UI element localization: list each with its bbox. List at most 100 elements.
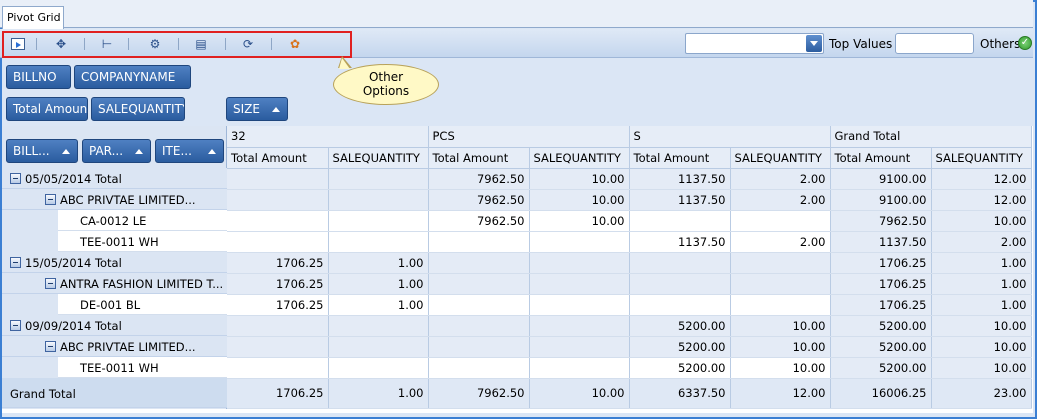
pivot-grid: BILL... PAR... ITE... 05/05/2014 Total AB… — [2, 126, 1033, 413]
row-field-item-label: ITE... — [162, 144, 192, 158]
table-cell — [328, 210, 429, 232]
chevron-down-icon[interactable] — [806, 35, 822, 52]
table-cell: 1706.25 — [227, 294, 329, 316]
table-cell: 1137.50 — [830, 231, 932, 253]
table-cell: 5200.00 — [629, 357, 731, 379]
grand-total-cell: 1.00 — [328, 378, 429, 409]
others-label: Others — [980, 37, 1021, 51]
check-icon[interactable]: ✓ — [1018, 36, 1032, 50]
table-cell: 5200.00 — [629, 336, 731, 358]
table-cell: 1137.50 — [629, 168, 731, 190]
collapse-icon[interactable] — [45, 278, 56, 289]
table-cell: 10.00 — [931, 336, 1032, 358]
column-group-header[interactable]: Grand Total — [830, 126, 1032, 148]
table-cell: 10.00 — [730, 336, 831, 358]
collapse-icon[interactable] — [10, 320, 21, 331]
table-cell — [730, 210, 831, 232]
row-header-text: CA-0012 LE — [80, 214, 147, 228]
table-cell: 10.00 — [529, 210, 630, 232]
table-cell — [529, 231, 630, 253]
table-cell — [328, 336, 429, 358]
table-cell — [730, 294, 831, 316]
row-field-bill[interactable]: BILL... — [6, 139, 78, 163]
grand-total-cell: 23.00 — [931, 378, 1032, 409]
collapse-icon[interactable] — [10, 173, 21, 184]
measure-header[interactable]: Total Amount — [830, 147, 932, 169]
measure-header[interactable]: Total Amount — [227, 147, 329, 169]
table-cell — [227, 315, 329, 337]
measure-header[interactable]: SALEQUANTITY — [328, 147, 429, 169]
measure-header[interactable]: Total Amount — [629, 147, 731, 169]
row-header-area: BILL... PAR... ITE... 05/05/2014 Total AB… — [2, 126, 227, 409]
table-cell — [629, 210, 731, 232]
table-cell — [328, 357, 429, 379]
measure-header[interactable]: SALEQUANTITY — [529, 147, 630, 169]
row-header-label[interactable]: ABC PRIVTAE LIMITED... — [2, 336, 227, 357]
table-row: 1137.50 2.00 1137.50 2.00 — [227, 231, 1032, 253]
column-group-header[interactable]: 32 — [227, 126, 429, 148]
top-values-select[interactable] — [685, 33, 824, 54]
tab-pivot-grid[interactable]: Pivot Grid — [2, 6, 64, 29]
column-field-size-label: SIZE — [233, 102, 260, 116]
measure-header[interactable]: Total Amount — [428, 147, 530, 169]
table-cell: 7962.50 — [428, 189, 530, 211]
collapse-icon[interactable] — [45, 194, 56, 205]
row-header-label[interactable]: TEE-0011 WH — [58, 231, 227, 252]
table-cell — [428, 315, 530, 337]
grand-total-cell: 7962.50 — [428, 378, 530, 409]
grand-total-row: 1706.25 1.00 7962.50 10.00 6337.50 12.00 16006… — [227, 378, 1032, 409]
grand-total-cell: 1706.25 — [227, 378, 329, 409]
table-cell — [629, 273, 731, 295]
row-header-text: 05/05/2014 Total — [25, 172, 122, 186]
table-cell — [227, 189, 329, 211]
table-cell — [428, 231, 530, 253]
data-field-total-amount[interactable]: Total Amount — [6, 97, 88, 121]
row-header-label[interactable]: ANTRA FASHION LIMITED T... — [2, 273, 227, 294]
table-cell: 7962.50 — [830, 210, 932, 232]
row-field-item[interactable]: ITE... — [155, 139, 224, 163]
collapse-icon[interactable] — [45, 341, 56, 352]
table-cell — [227, 357, 329, 379]
data-field-salequantity[interactable]: SALEQUANTITY — [91, 97, 185, 121]
column-group-header[interactable]: S — [629, 126, 831, 148]
row-header-label[interactable]: 05/05/2014 Total — [2, 168, 227, 189]
filter-field-billno[interactable]: BILLNO — [6, 65, 71, 89]
table-cell: 1706.25 — [830, 273, 932, 295]
row-field-party[interactable]: PAR... — [82, 139, 151, 163]
measure-header-row: Total Amount SALEQUANTITY Total Amount SALE… — [227, 147, 1032, 169]
table-cell: 5200.00 — [830, 357, 932, 379]
row-header-label[interactable]: ABC PRIVTAE LIMITED... — [2, 189, 227, 210]
table-cell — [428, 252, 530, 274]
sort-ascending-icon — [135, 149, 143, 154]
table-cell: 1.00 — [328, 294, 429, 316]
table-cell — [428, 336, 530, 358]
row-header-label[interactable]: 15/05/2014 Total — [2, 252, 227, 273]
top-values-input[interactable] — [895, 33, 974, 54]
filter-field-companyname[interactable]: COMPANYNAME — [74, 65, 191, 89]
grand-total-cell: 6337.50 — [629, 378, 731, 409]
table-cell: 7962.50 — [428, 168, 530, 190]
table-row: 5200.00 10.00 5200.00 10.00 — [227, 315, 1032, 337]
table-cell — [328, 315, 429, 337]
table-cell: 7962.50 — [428, 210, 530, 232]
callout-line-2: Options — [362, 84, 410, 98]
table-row: 7962.50 10.00 1137.50 2.00 9100.00 12.00 — [227, 168, 1032, 190]
row-header-label[interactable]: CA-0012 LE — [58, 210, 227, 231]
table-cell — [428, 273, 530, 295]
column-field-size[interactable]: SIZE — [226, 97, 288, 121]
table-row: 5200.00 10.00 5200.00 10.00 — [227, 357, 1032, 379]
table-cell: 1.00 — [931, 252, 1032, 274]
column-group-header-row: 32 PCS S Grand Total — [227, 126, 1032, 148]
column-group-header[interactable]: PCS — [428, 126, 630, 148]
measure-header[interactable]: SALEQUANTITY — [931, 147, 1032, 169]
row-header-label[interactable]: TEE-0011 WH — [58, 357, 227, 378]
row-header-label[interactable]: DE-001 BL — [58, 294, 227, 315]
table-cell: 1137.50 — [629, 189, 731, 211]
row-header-label[interactable]: 09/09/2014 Total — [2, 315, 227, 336]
row-header-text: TEE-0011 WH — [80, 235, 159, 249]
table-cell — [529, 357, 630, 379]
collapse-icon[interactable] — [10, 257, 21, 268]
table-cell: 5200.00 — [830, 315, 932, 337]
measure-header[interactable]: SALEQUANTITY — [730, 147, 831, 169]
table-row: 5200.00 10.00 5200.00 10.00 — [227, 336, 1032, 358]
